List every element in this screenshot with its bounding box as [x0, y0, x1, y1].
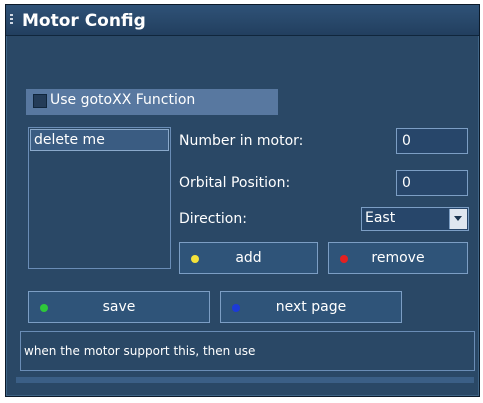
status-text: when the motor support this, then use [24, 344, 256, 358]
add-button-label: add [235, 250, 262, 266]
remove-button[interactable]: remove [328, 242, 468, 274]
motor-config-window: Motor Config Use gotoXX Function delete … [5, 4, 480, 397]
chevron-down-icon[interactable] [449, 209, 467, 229]
orbital-position-label: Orbital Position: [179, 175, 291, 191]
status-bar: when the motor support this, then use [20, 331, 475, 371]
orbital-position-field[interactable]: 0 [396, 170, 468, 196]
add-button[interactable]: add [179, 242, 318, 274]
motor-listbox[interactable]: delete me [28, 127, 171, 269]
direction-select[interactable]: East [361, 207, 469, 231]
window-title: Motor Config [22, 11, 146, 31]
gotoxx-label: Use gotoXX Function [50, 92, 196, 108]
drag-grip-icon[interactable] [10, 14, 13, 26]
bottom-border-strip [16, 377, 474, 383]
save-button-label: save [102, 299, 136, 315]
list-item[interactable]: delete me [30, 129, 169, 151]
direction-label: Direction: [179, 211, 247, 227]
title-bar: Motor Config [6, 5, 479, 36]
number-in-motor-field[interactable]: 0 [396, 128, 468, 154]
save-button[interactable]: save [28, 291, 210, 323]
number-in-motor-label: Number in motor: [179, 133, 304, 149]
direction-value: East [365, 210, 396, 226]
gotoxx-checkbox[interactable] [33, 94, 47, 108]
remove-button-label: remove [371, 250, 425, 266]
gotoxx-option[interactable]: Use gotoXX Function [26, 89, 278, 115]
next-page-button-label: next page [275, 299, 347, 315]
next-page-button[interactable]: next page [220, 291, 402, 323]
